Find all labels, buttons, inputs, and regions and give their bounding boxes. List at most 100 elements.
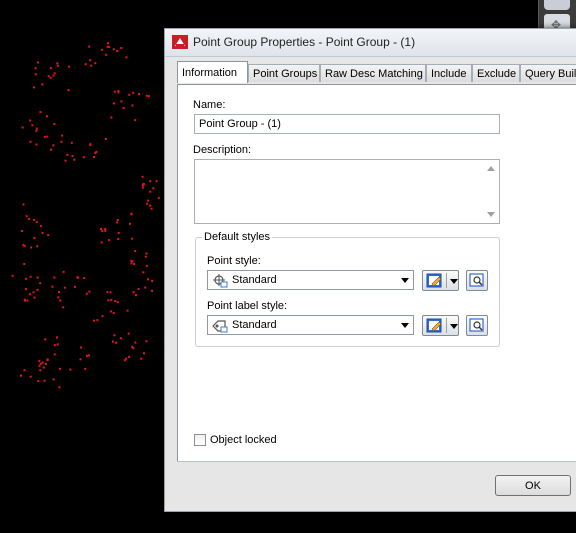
survey-point-marker <box>149 190 152 193</box>
split-separator <box>446 318 447 333</box>
survey-point-marker <box>110 298 113 301</box>
survey-point-marker <box>95 150 98 153</box>
description-scrollbar[interactable] <box>484 160 499 223</box>
point-label-style-value: Standard <box>232 319 277 331</box>
survey-point-marker <box>28 218 30 220</box>
edit-style-icon <box>426 318 442 333</box>
survey-point-marker <box>90 64 93 67</box>
survey-point-marker <box>61 134 64 137</box>
survey-point-marker <box>20 230 23 232</box>
survey-point-marker <box>39 111 42 113</box>
object-locked-checkbox[interactable] <box>194 434 206 446</box>
survey-point-marker <box>36 288 39 291</box>
scroll-down-arrow-icon[interactable] <box>487 212 495 217</box>
survey-point-marker <box>146 202 149 205</box>
survey-point-marker <box>56 343 59 346</box>
chevron-down-icon[interactable] <box>401 323 409 328</box>
survey-point-marker <box>34 73 37 76</box>
survey-point-marker <box>33 236 36 239</box>
chevron-down-icon[interactable] <box>401 278 409 283</box>
tab-raw-desc-matching[interactable]: Raw Desc Matching <box>320 64 426 82</box>
survey-point-marker <box>108 239 111 242</box>
survey-point-marker <box>22 203 25 206</box>
survey-point-marker <box>63 286 66 289</box>
survey-point-marker <box>101 229 104 232</box>
survey-point-marker <box>31 124 34 127</box>
survey-point-marker <box>141 175 144 178</box>
dialog-titlebar[interactable]: Point Group Properties - Point Group - (… <box>165 29 576 57</box>
survey-point-marker <box>50 148 52 151</box>
name-input[interactable] <box>194 114 500 134</box>
survey-point-marker <box>145 94 148 97</box>
survey-point-marker <box>47 75 50 78</box>
point-style-edit-split-button[interactable] <box>422 270 459 291</box>
survey-point-marker <box>88 290 91 293</box>
survey-point-marker <box>53 344 56 347</box>
survey-point-marker <box>113 90 116 93</box>
tab-query-builder[interactable]: Query Buil <box>520 64 576 82</box>
point-style-preview-button[interactable] <box>466 270 488 291</box>
survey-point-marker <box>140 357 143 360</box>
chevron-down-icon[interactable] <box>450 279 458 284</box>
point-label-style-edit-split-button[interactable] <box>422 315 459 336</box>
survey-point-marker <box>116 219 119 221</box>
tab-information[interactable]: Information <box>177 61 248 83</box>
survey-point-marker <box>131 345 134 348</box>
survey-point-marker <box>39 369 42 372</box>
tab-point-groups[interactable]: Point Groups <box>248 64 320 82</box>
survey-point-marker <box>145 252 148 255</box>
survey-point-marker <box>38 360 41 363</box>
survey-point-marker <box>58 386 61 389</box>
survey-point-marker <box>120 100 123 103</box>
survey-point-marker <box>122 107 125 110</box>
survey-point-marker <box>131 104 134 107</box>
point-label-style-preview-button[interactable] <box>466 315 488 336</box>
survey-point-marker <box>119 337 122 340</box>
viewcube-top[interactable] <box>544 0 570 10</box>
survey-point-marker <box>35 143 38 146</box>
point-style-label: Point style: <box>207 255 261 267</box>
survey-point-marker <box>24 299 26 302</box>
object-locked-label[interactable]: Object locked <box>210 434 277 446</box>
tab-include[interactable]: Include <box>426 64 472 82</box>
survey-point-marker <box>127 332 130 335</box>
survey-point-marker <box>33 296 36 299</box>
survey-point-marker <box>93 319 95 322</box>
point-style-dropdown[interactable]: Standard <box>207 270 414 290</box>
scroll-up-arrow-icon[interactable] <box>487 166 495 171</box>
split-separator <box>446 273 447 288</box>
survey-point-marker <box>62 270 65 273</box>
tab-exclude[interactable]: Exclude <box>472 64 520 82</box>
survey-point-marker <box>107 299 110 302</box>
survey-point-marker <box>128 93 131 96</box>
survey-point-marker <box>29 293 32 296</box>
survey-point-marker <box>25 215 28 218</box>
survey-point-marker <box>73 158 76 161</box>
survey-point-marker <box>115 221 118 224</box>
point-label-style-dropdown[interactable]: Standard <box>207 315 414 335</box>
survey-point-marker <box>43 379 46 382</box>
survey-point-marker <box>36 245 39 248</box>
survey-point-marker <box>82 156 85 159</box>
survey-point-marker <box>152 187 155 190</box>
edit-style-icon <box>426 273 442 288</box>
survey-point-marker <box>108 45 111 48</box>
survey-point-marker <box>46 115 48 118</box>
chevron-down-icon[interactable] <box>450 324 458 329</box>
survey-point-marker <box>116 301 119 304</box>
survey-point-marker <box>115 341 117 344</box>
survey-point-marker <box>46 135 49 138</box>
description-textarea[interactable] <box>194 159 500 224</box>
preview-magnifier-icon <box>469 273 484 287</box>
survey-point-marker <box>151 280 154 282</box>
survey-point-marker <box>39 282 42 285</box>
survey-point-marker <box>129 222 131 225</box>
survey-point-marker <box>56 336 58 339</box>
survey-point-marker <box>104 137 107 140</box>
survey-point-marker <box>106 291 109 294</box>
survey-point-marker <box>151 289 153 292</box>
survey-point-marker <box>49 76 52 79</box>
survey-point-marker <box>20 374 22 377</box>
survey-point-marker <box>117 238 120 240</box>
ok-button[interactable]: OK <box>495 475 571 496</box>
